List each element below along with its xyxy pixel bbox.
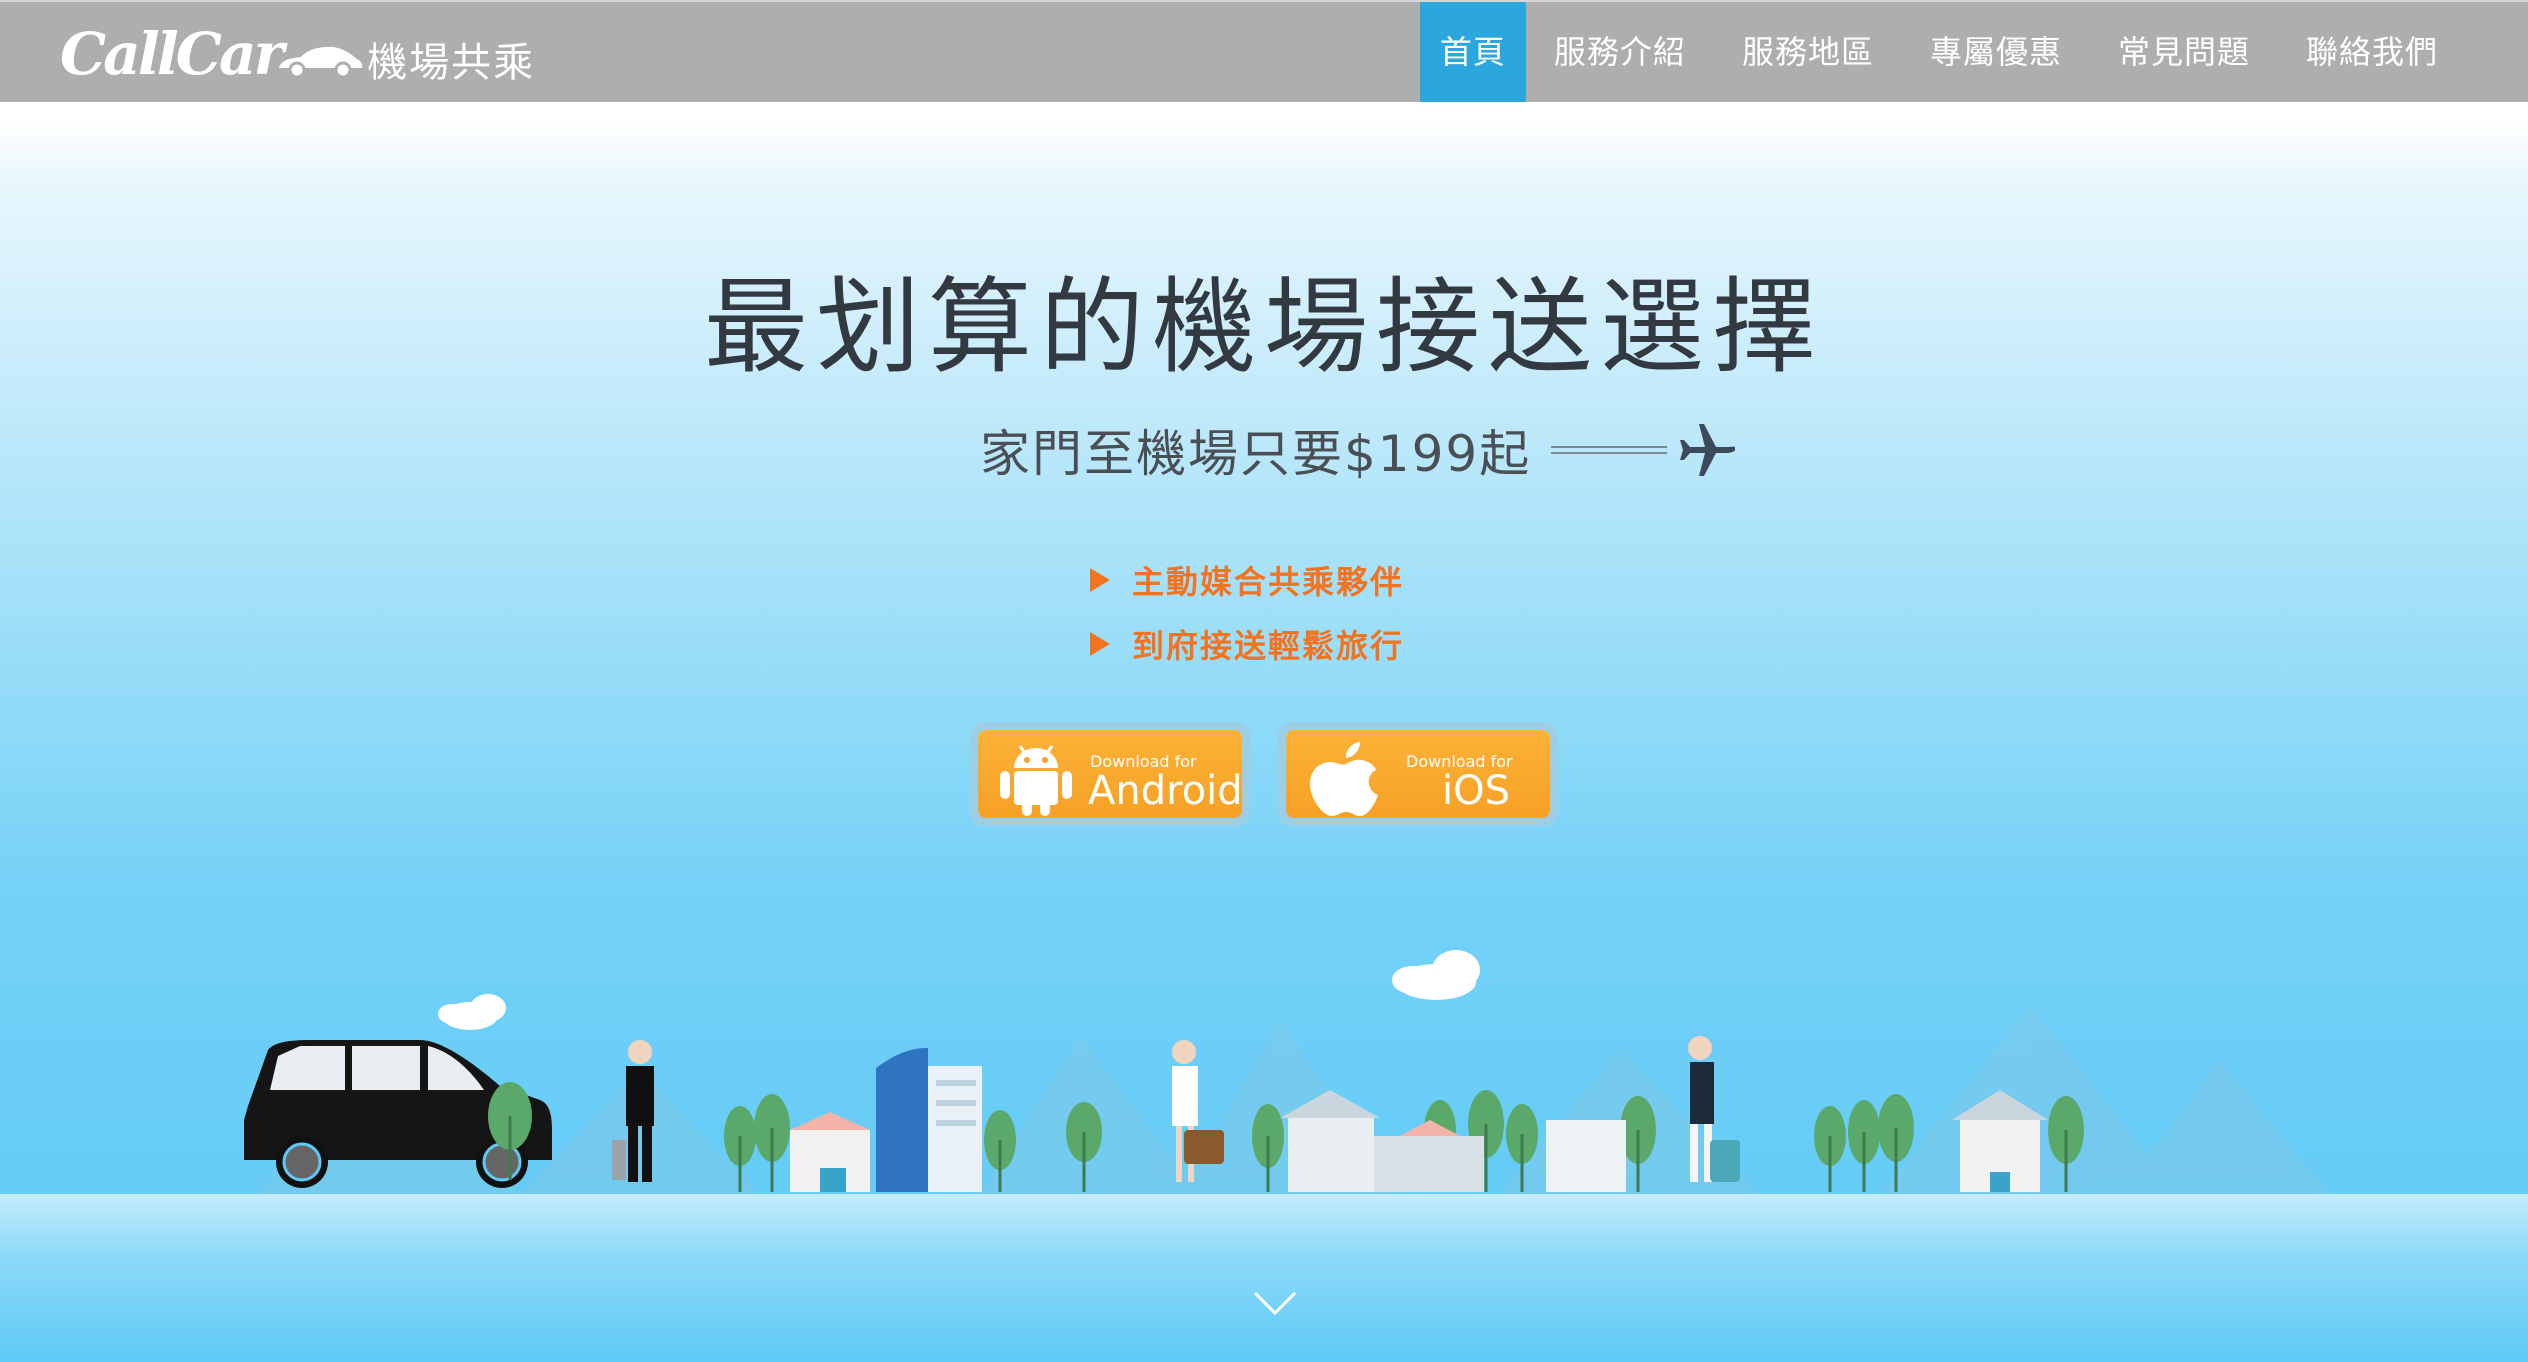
nav-item-faq[interactable]: 常見問題 — [2090, 2, 2278, 102]
triangle-right-icon — [1090, 568, 1110, 592]
nav-item-contact[interactable]: 聯絡我們 — [2278, 2, 2528, 102]
logo-wordmark: CallCar — [60, 20, 284, 88]
download-android-button[interactable]: Download for Android — [970, 722, 1250, 826]
price-tagline: 家門至機場只要$199起 — [980, 425, 1532, 483]
android-big-label: Android — [1088, 768, 1242, 814]
feature-bullet: 主動媒合共乘夥伴 — [1090, 548, 1404, 612]
nav-item-service-area[interactable]: 服務地區 — [1714, 2, 1902, 102]
android-robot-icon — [1000, 745, 1072, 816]
hero-headline: 最划算的機場接送選擇 — [703, 266, 1824, 388]
airplane-icon — [1680, 424, 1736, 476]
plane-trail — [1551, 444, 1668, 456]
nav-menu: 首頁 服務介紹 服務地區 專屬優惠 常見問題 聯絡我們 — [1419, 2, 2528, 102]
ios-big-label: iOS — [1442, 768, 1510, 814]
brand-logo[interactable]: CallCar 機場共乘 — [60, 20, 535, 88]
download-ios-button[interactable]: Download for iOS — [1278, 722, 1558, 826]
cloud-icon — [438, 950, 1480, 1030]
ground-strip — [0, 1194, 2528, 1362]
hero-subline: 家門至機場只要$199起 — [980, 410, 1736, 490]
nav-item-home[interactable]: 首頁 — [1419, 2, 1526, 102]
logo-chinese-title: 機場共乘 — [367, 40, 536, 86]
nav-item-offers[interactable]: 專屬優惠 — [1902, 2, 2090, 102]
feature-bullets: 主動媒合共乘夥伴 到府接送輕鬆旅行 — [1090, 548, 1404, 676]
feature-text: 主動媒合共乘夥伴 — [1132, 563, 1405, 601]
apple-icon — [1310, 742, 1378, 816]
triangle-right-icon — [1090, 632, 1110, 656]
chevron-down-icon[interactable] — [1252, 1290, 1298, 1318]
android-button-face: Download for Android — [978, 730, 1242, 818]
car-silhouette-icon — [279, 46, 363, 78]
feature-text: 到府接送輕鬆旅行 — [1132, 627, 1405, 665]
nav-item-services[interactable]: 服務介紹 — [1526, 2, 1714, 102]
top-navbar: CallCar 機場共乘 首頁 服務介紹 服務地區 專屬優惠 常見問題 聯絡我們 — [0, 0, 2528, 102]
feature-bullet: 到府接送輕鬆旅行 — [1090, 612, 1404, 676]
city-scene-illustration — [244, 950, 2330, 1194]
ios-button-face: Download for iOS — [1286, 730, 1550, 818]
